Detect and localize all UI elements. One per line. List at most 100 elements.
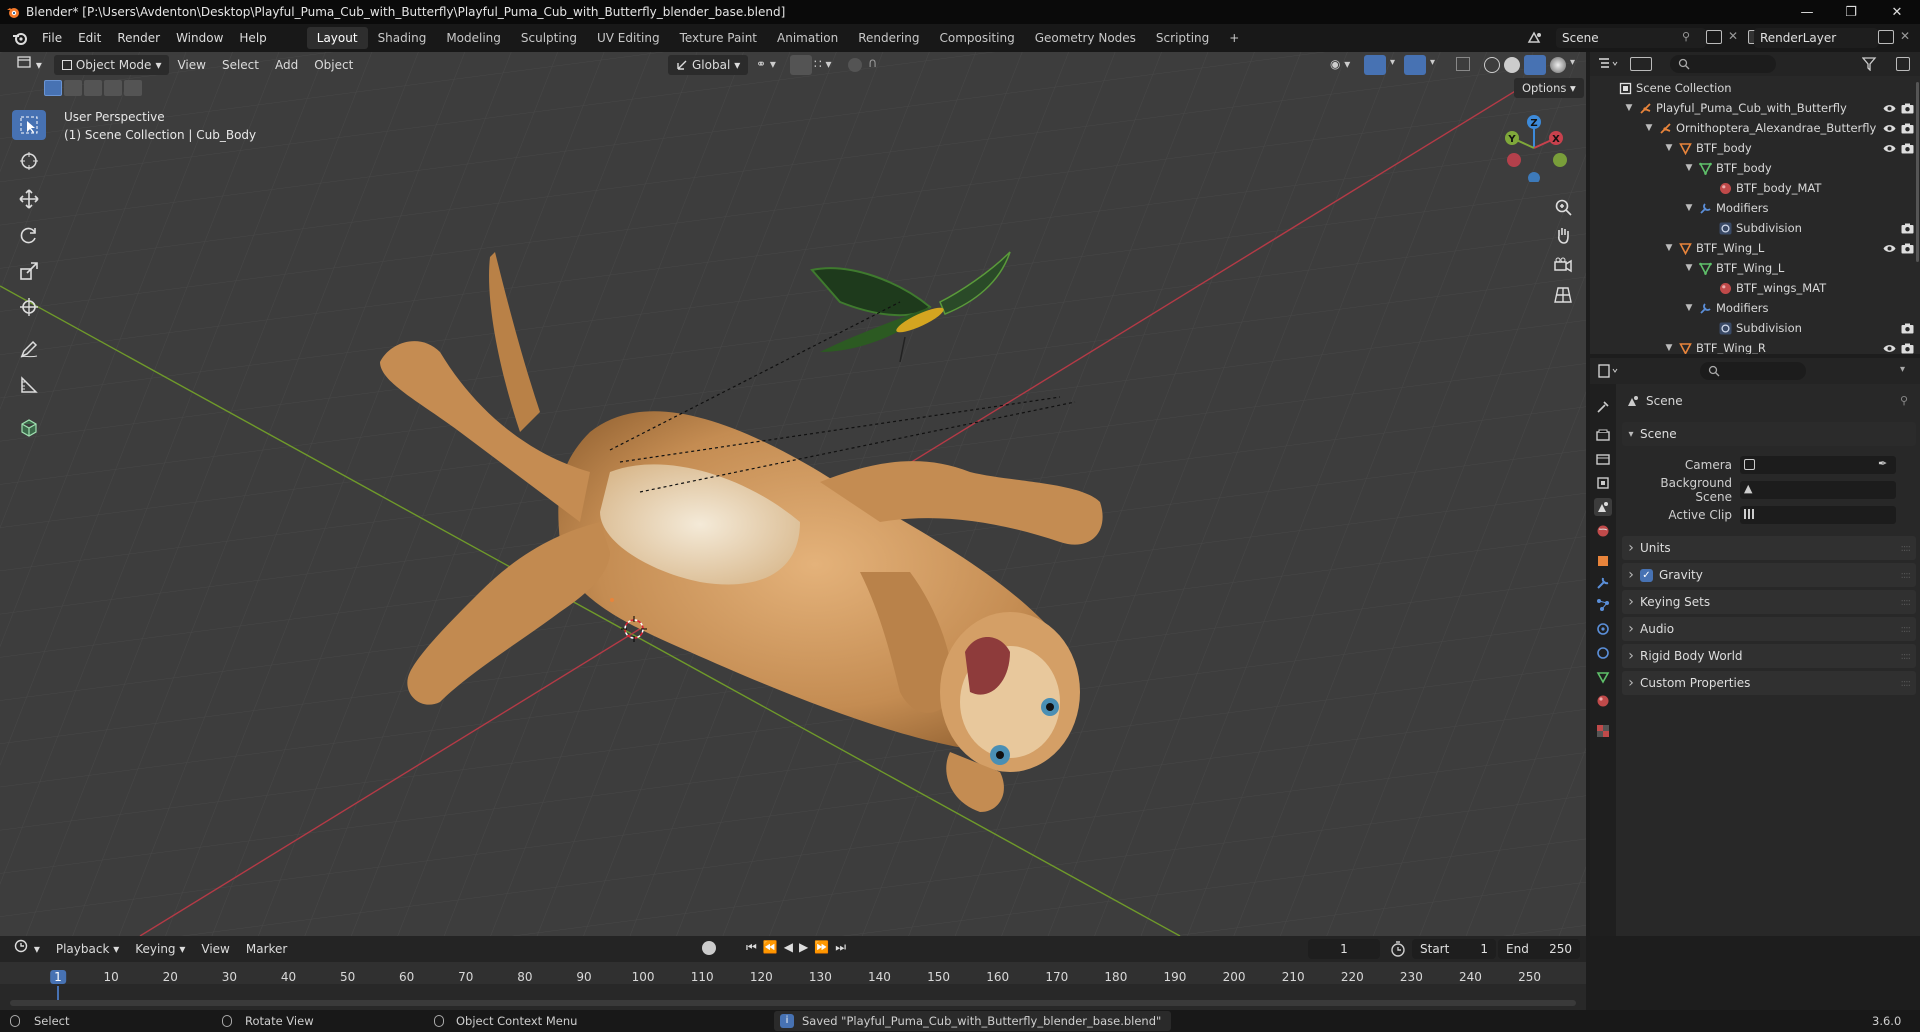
outliner-search-input[interactable]	[1670, 55, 1776, 73]
menu-object[interactable]: Object	[306, 55, 361, 75]
physics-tab-icon[interactable]	[1594, 620, 1612, 638]
eye-icon[interactable]	[1882, 101, 1896, 115]
display-mode-icon[interactable]	[1630, 57, 1652, 71]
modifier-tab-icon[interactable]	[1594, 574, 1612, 592]
new-collection-icon[interactable]	[1896, 57, 1910, 71]
expand-toggle-icon[interactable]: ▼	[1684, 163, 1694, 173]
xray-toggle-icon[interactable]	[1456, 57, 1470, 71]
move-tool[interactable]	[12, 184, 46, 214]
snap-toggle-icon[interactable]	[790, 55, 812, 75]
tab-rendering[interactable]: Rendering	[848, 27, 929, 49]
rendered-shading-icon[interactable]	[1550, 57, 1566, 73]
current-frame-field[interactable]: 1	[1308, 939, 1380, 959]
properties-options-icon[interactable]: ▾	[1900, 364, 1905, 375]
maximize-button[interactable]: ❐	[1828, 0, 1874, 24]
start-frame-field[interactable]: Start 1	[1412, 939, 1496, 959]
proportional-edit-icon[interactable]	[848, 58, 862, 72]
eye-icon[interactable]	[1882, 141, 1896, 155]
select-mode-new-icon[interactable]	[44, 80, 62, 96]
render-camera-icon[interactable]	[1900, 101, 1914, 115]
gravity-checkbox[interactable]: ✓	[1640, 568, 1653, 582]
editor-type-button[interactable]: ▾	[8, 55, 50, 75]
drag-handle-icon[interactable]: ::::	[1901, 543, 1912, 554]
render-camera-icon[interactable]	[1900, 321, 1914, 335]
pin-icon[interactable]: ⚲	[1900, 394, 1908, 407]
texture-tab-icon[interactable]	[1594, 722, 1612, 740]
tab-geometry-nodes[interactable]: Geometry Nodes	[1025, 27, 1146, 49]
overlay-toggle-icon[interactable]	[1404, 55, 1426, 75]
timeline-scrollbar[interactable]	[10, 1000, 1576, 1006]
expand-toggle-icon[interactable]: ▼	[1664, 343, 1674, 353]
expand-toggle-icon[interactable]: ▼	[1664, 243, 1674, 253]
expand-toggle-icon[interactable]: ▼	[1664, 143, 1674, 153]
render-camera-icon[interactable]	[1900, 241, 1914, 255]
render-camera-icon[interactable]	[1900, 121, 1914, 135]
render-camera-icon[interactable]	[1900, 141, 1914, 155]
view-layer-tab-icon[interactable]	[1594, 474, 1612, 492]
outliner-row[interactable]: ▼ Modifiers	[1590, 198, 1920, 218]
background-scene-field[interactable]: ▲	[1740, 481, 1896, 499]
tab-layout[interactable]: Layout	[306, 27, 368, 49]
menu-marker[interactable]: Marker	[238, 939, 295, 959]
select-mode-subtract-icon[interactable]	[84, 80, 102, 96]
menu-add[interactable]: Add	[267, 55, 306, 75]
tab-sculpting[interactable]: Sculpting	[511, 27, 587, 49]
outliner-editor-icon[interactable]	[1598, 57, 1620, 71]
3d-viewport[interactable]: User Perspective (1) Scene Collection | …	[0, 52, 1586, 936]
end-frame-field[interactable]: End 250	[1498, 939, 1580, 959]
world-tab-icon[interactable]	[1594, 522, 1612, 540]
falloff-icon[interactable]: ∩	[868, 56, 878, 71]
blender-menu-icon[interactable]	[12, 30, 28, 46]
select-mode-invert-icon[interactable]	[104, 80, 122, 96]
outliner-row[interactable]: Scene Collection	[1590, 78, 1920, 98]
outliner-row[interactable]: ▼ BTF_Wing_L	[1590, 238, 1920, 258]
filter-icon[interactable]	[1862, 57, 1880, 71]
eye-icon[interactable]	[1882, 121, 1896, 135]
stopwatch-icon[interactable]	[1390, 941, 1406, 957]
object-tab-icon[interactable]	[1594, 552, 1612, 570]
tab-compositing[interactable]: Compositing	[929, 27, 1024, 49]
minimize-button[interactable]: —	[1784, 0, 1830, 24]
outliner-row[interactable]: ▼ BTF_Wing_L	[1590, 258, 1920, 278]
scene-tab-icon[interactable]	[1594, 498, 1612, 516]
particles-tab-icon[interactable]	[1594, 596, 1612, 614]
outliner-row[interactable]: BTF_body_MAT	[1590, 178, 1920, 198]
snap-target-icon[interactable]: ∷ ▾	[814, 57, 831, 71]
menu-timeline-view[interactable]: View	[193, 939, 237, 959]
panel-keying-sets[interactable]: › Keying Sets::::	[1622, 590, 1916, 614]
timeline-editor-type-button[interactable]: ▾	[6, 939, 48, 959]
drag-handle-icon[interactable]: ::::	[1901, 597, 1912, 608]
playhead-frame[interactable]: 1	[50, 970, 66, 984]
rotate-tool[interactable]	[12, 220, 46, 250]
add-cube-tool[interactable]	[12, 412, 46, 442]
outliner-scrollbar[interactable]	[1916, 82, 1919, 262]
drag-handle-icon[interactable]: ::::	[1901, 624, 1912, 635]
outliner-row[interactable]: ▼ BTF_body	[1590, 138, 1920, 158]
mode-selector[interactable]: Object Mode ▾	[53, 55, 170, 75]
save-report[interactable]: i Saved "Playful_Puma_Cub_with_Butterfly…	[774, 1011, 1172, 1031]
camera-view-button[interactable]	[1550, 252, 1576, 278]
render-layer-field[interactable]: RenderLayer	[1754, 28, 1878, 48]
record-icon[interactable]	[702, 941, 716, 955]
menu-help[interactable]: Help	[231, 27, 274, 49]
zoom-view-button[interactable]	[1550, 194, 1576, 220]
annotate-tool[interactable]	[12, 334, 46, 364]
shading-dropdown-icon[interactable]: ▾	[1570, 57, 1575, 68]
panel-custom-properties[interactable]: › Custom Properties::::	[1622, 671, 1916, 695]
menu-file[interactable]: File	[34, 27, 70, 49]
panel-audio[interactable]: › Audio::::	[1622, 617, 1916, 641]
gizmo-toggle-icon[interactable]	[1364, 55, 1386, 75]
transform-tool[interactable]	[12, 292, 46, 322]
play-reverse-icon[interactable]: ◀	[784, 940, 799, 954]
render-camera-icon[interactable]	[1900, 341, 1914, 354]
tab-shading[interactable]: Shading	[368, 27, 437, 49]
tab-modeling[interactable]: Modeling	[436, 27, 511, 49]
tool-tab-icon[interactable]	[1594, 398, 1612, 416]
menu-playback[interactable]: Playback ▾	[48, 939, 127, 959]
scene-type-icon[interactable]	[1526, 29, 1544, 47]
tab-animation[interactable]: Animation	[767, 27, 848, 49]
constraints-tab-icon[interactable]	[1594, 644, 1612, 662]
properties-search-input[interactable]	[1700, 362, 1806, 380]
outliner-row[interactable]: ▼ Playful_Puma_Cub_with_Butterfly	[1590, 98, 1920, 118]
close-window-button[interactable]: ✕	[1874, 0, 1920, 24]
